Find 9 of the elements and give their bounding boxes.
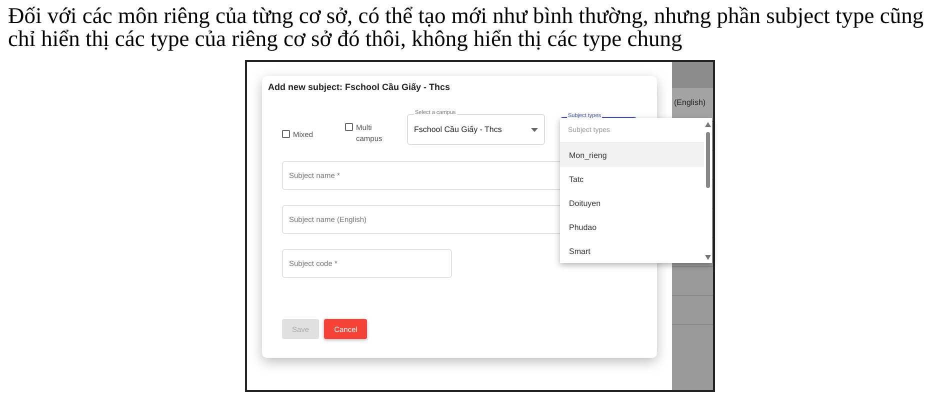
caret-icon bbox=[531, 128, 538, 132]
scroll-down-icon[interactable] bbox=[705, 255, 711, 260]
dropdown-option[interactable]: Smart bbox=[560, 239, 704, 263]
dropdown-option[interactable]: Mon_rieng bbox=[560, 143, 704, 167]
paragraph: Đối với các môn riêng của từng cơ sở, có thể tạo mới như bình thường, nhưng phần subject type cũng chỉ hiển thị các type của riêng cơ sở đó thôi, không hiển thị các type chung bbox=[8, 4, 925, 50]
checkbox[interactable] bbox=[345, 123, 353, 131]
header-bar bbox=[672, 62, 713, 88]
checkbox[interactable] bbox=[282, 130, 290, 138]
dialog-title: Add new subject: Fschool Cầu Giấy - Thcs bbox=[268, 82, 452, 92]
